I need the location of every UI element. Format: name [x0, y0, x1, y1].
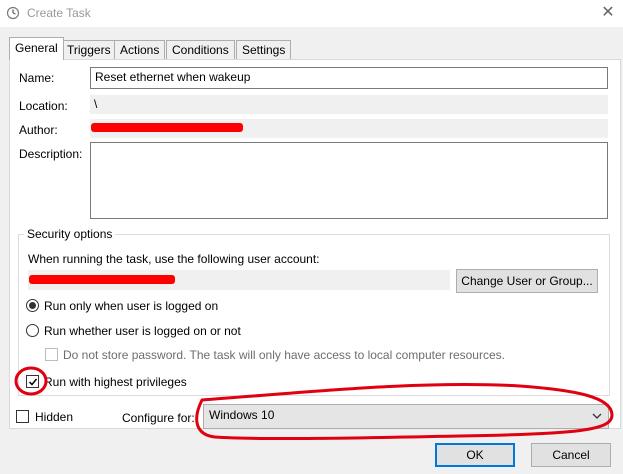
configure-for-label: Configure for:: [122, 411, 195, 425]
redaction-mark: [91, 123, 243, 132]
radio-run-logged-on-label: Run only when user is logged on: [44, 299, 219, 313]
tab-triggers[interactable]: Triggers: [61, 40, 117, 59]
redaction-mark: [29, 275, 175, 284]
highest-privileges-checkbox[interactable]: [26, 375, 39, 388]
tab-settings[interactable]: Settings: [236, 40, 292, 59]
security-options-legend: Security options: [24, 227, 116, 241]
tab-actions[interactable]: Actions: [114, 40, 166, 59]
close-icon[interactable]: ✕: [598, 3, 618, 23]
window-title: Create Task: [27, 6, 91, 20]
clock-icon: [6, 6, 20, 20]
no-store-password-checkbox[interactable]: [45, 348, 58, 361]
name-input[interactable]: Reset ethernet when wakeup: [90, 67, 608, 89]
highest-privileges-label: Run with highest privileges: [44, 375, 187, 389]
chevron-down-icon: [592, 413, 602, 419]
configure-for-value: Windows 10: [209, 408, 275, 422]
checkmark-icon: [28, 378, 38, 386]
title-bar: [0, 0, 623, 27]
no-store-password-label: Do not store password. The task will onl…: [63, 348, 505, 362]
author-label: Author:: [19, 123, 58, 137]
description-input[interactable]: [90, 142, 608, 219]
hidden-checkbox[interactable]: [16, 410, 29, 423]
tab-general[interactable]: General: [9, 37, 64, 60]
hidden-label: Hidden: [35, 410, 74, 424]
name-label: Name:: [19, 71, 55, 85]
location-label: Location:: [19, 99, 68, 113]
radio-run-logged-on[interactable]: [26, 299, 39, 312]
ok-button[interactable]: OK: [435, 443, 515, 467]
description-label: Description:: [19, 147, 83, 161]
change-user-button[interactable]: Change User or Group...: [456, 269, 598, 293]
location-value: \: [90, 95, 608, 114]
account-prompt: When running the task, use the following…: [28, 252, 320, 266]
radio-run-whether-label: Run whether user is logged on or not: [44, 324, 241, 338]
tab-conditions[interactable]: Conditions: [166, 40, 235, 59]
cancel-button[interactable]: Cancel: [531, 443, 611, 467]
configure-for-select[interactable]: Windows 10: [203, 404, 609, 429]
radio-run-whether[interactable]: [26, 324, 39, 337]
